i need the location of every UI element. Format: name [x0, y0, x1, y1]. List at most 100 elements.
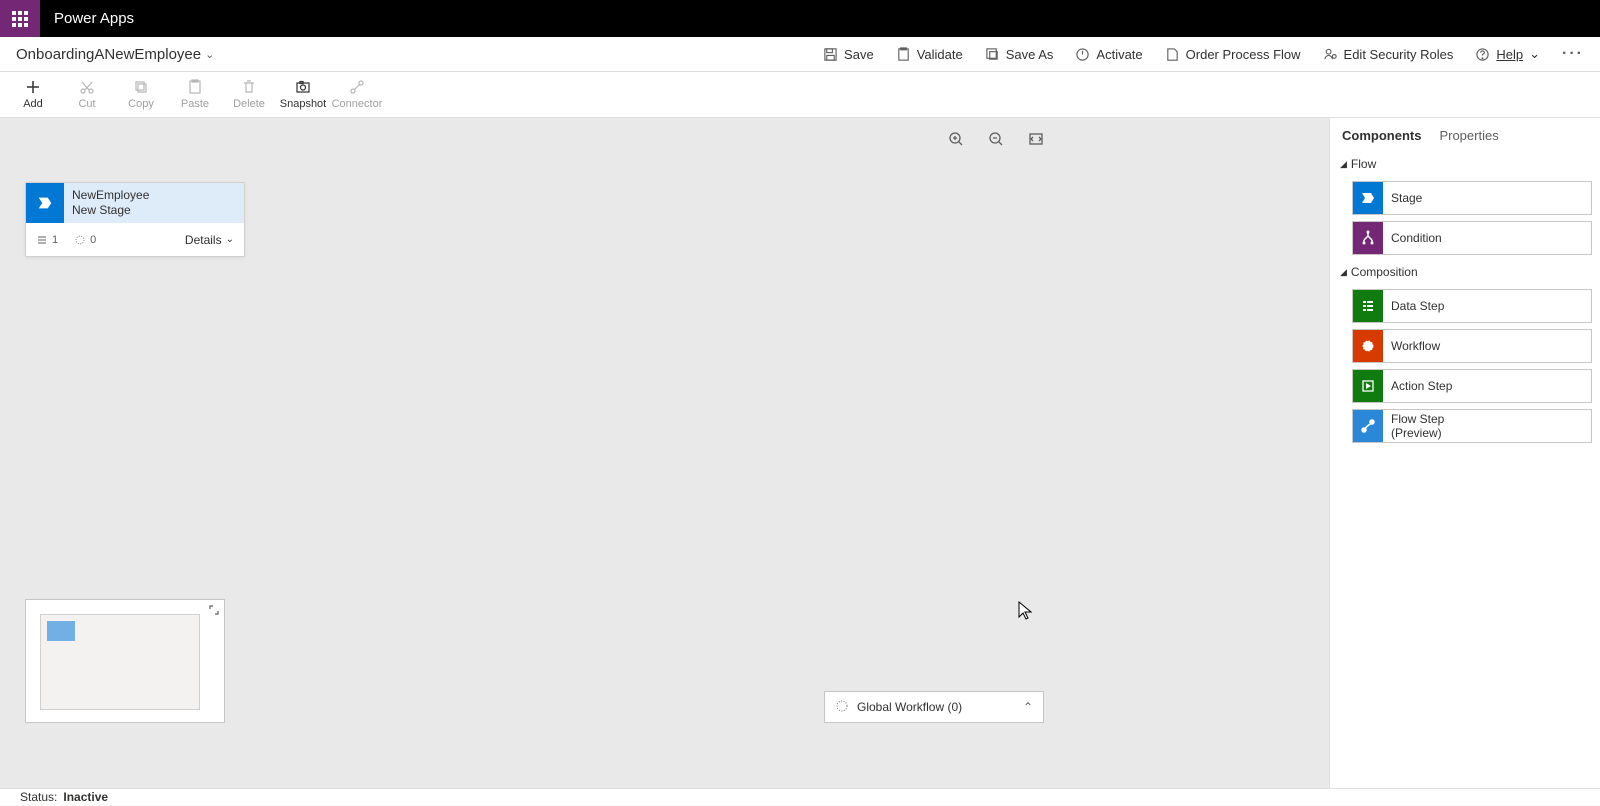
order-label: Order Process Flow	[1186, 47, 1301, 62]
save-label: Save	[844, 47, 874, 62]
saveas-label: Save As	[1006, 47, 1054, 62]
condition-icon	[1353, 222, 1383, 254]
product-name: Power Apps	[40, 10, 134, 27]
command-bar: Save Validate Save As Activate Order Pro…	[823, 45, 1584, 63]
component-flow-step[interactable]: Flow Step (Preview)	[1352, 409, 1592, 443]
add-tool[interactable]: Add	[6, 79, 60, 110]
group-flow-toggle[interactable]: ◢ Flow	[1338, 153, 1592, 175]
help-icon	[1475, 47, 1490, 62]
triangle-down-icon: ◢	[1340, 267, 1347, 278]
component-data-step[interactable]: Data Step	[1352, 289, 1592, 323]
workflow-dot-icon	[74, 234, 86, 246]
app-launcher-button[interactable]	[0, 0, 40, 37]
copy-label: Copy	[128, 98, 154, 110]
chevron-up-icon[interactable]: ⌃	[1023, 700, 1033, 714]
component-flow-step-label: Flow Step (Preview)	[1383, 412, 1444, 441]
right-panel: Components Properties ◢ Flow Stage Condi…	[1329, 118, 1600, 788]
snapshot-label: Snapshot	[280, 98, 326, 110]
component-stage[interactable]: Stage	[1352, 181, 1592, 215]
security-label: Edit Security Roles	[1344, 47, 1454, 62]
workflow-comp-icon	[1353, 330, 1383, 362]
activate-icon	[1075, 47, 1090, 62]
title-row: OnboardingANewEmployee ⌄ Save Validate S…	[0, 37, 1600, 72]
copy-icon	[133, 79, 149, 95]
connector-tool[interactable]: Connector	[330, 79, 384, 110]
plus-icon	[25, 79, 41, 95]
chevron-down-icon: ⌄	[226, 234, 234, 245]
list-icon	[36, 234, 48, 246]
component-condition-label: Condition	[1383, 231, 1442, 245]
cut-label: Cut	[78, 98, 95, 110]
expand-icon	[208, 604, 220, 616]
help-label: Help	[1496, 47, 1523, 62]
stage-steps-count: 1	[36, 234, 58, 246]
cut-tool[interactable]: Cut	[60, 79, 114, 110]
group-flow: ◢ Flow Stage Condition	[1338, 153, 1592, 255]
group-composition-toggle[interactable]: ◢ Composition	[1338, 261, 1592, 283]
cursor-icon	[1018, 601, 1032, 621]
delete-label: Delete	[233, 98, 265, 110]
minimap[interactable]	[25, 599, 225, 723]
component-condition[interactable]: Condition	[1352, 221, 1592, 255]
activate-label: Activate	[1096, 47, 1142, 62]
waffle-icon	[12, 11, 28, 27]
fit-to-screen-button[interactable]	[1025, 128, 1047, 150]
copy-tool[interactable]: Copy	[114, 79, 168, 110]
activate-button[interactable]: Activate	[1075, 47, 1142, 62]
edit-security-button[interactable]: Edit Security Roles	[1323, 47, 1454, 62]
minimap-stage-icon	[47, 621, 75, 641]
component-action-step[interactable]: Action Step	[1352, 369, 1592, 403]
tab-components[interactable]: Components	[1342, 128, 1421, 143]
zoom-in-button[interactable]	[945, 128, 967, 150]
stage-chevron-icon	[26, 183, 64, 223]
stage-workflows-count: 0	[74, 234, 96, 246]
zoom-out-button[interactable]	[985, 128, 1007, 150]
action-step-icon	[1353, 370, 1383, 402]
component-workflow-label: Workflow	[1383, 339, 1440, 353]
panel-tabs: Components Properties	[1338, 128, 1592, 143]
help-button[interactable]: Help ⌄	[1475, 46, 1540, 62]
stage-icon	[1353, 182, 1383, 214]
snapshot-tool[interactable]: Snapshot	[276, 79, 330, 110]
workflow-icon	[835, 699, 849, 716]
stage-titles: NewEmployee New Stage	[64, 188, 149, 218]
clipboard-icon	[896, 47, 911, 62]
delete-tool[interactable]: Delete	[222, 79, 276, 110]
component-data-step-label: Data Step	[1383, 299, 1444, 313]
validate-button[interactable]: Validate	[896, 47, 963, 62]
stage-name-label: New Stage	[72, 203, 149, 218]
paste-tool[interactable]: Paste	[168, 79, 222, 110]
saveas-button[interactable]: Save As	[985, 47, 1054, 62]
global-workflow-bar[interactable]: Global Workflow (0) ⌃	[824, 691, 1044, 723]
document-icon	[1165, 47, 1180, 62]
camera-icon	[295, 79, 311, 95]
flow-name-dropdown[interactable]: OnboardingANewEmployee ⌄	[16, 46, 214, 63]
chevron-down-icon: ⌄	[1529, 46, 1540, 62]
save-button[interactable]: Save	[823, 47, 874, 62]
add-label: Add	[23, 98, 43, 110]
group-composition-label: Composition	[1351, 265, 1418, 279]
minimap-expand-button[interactable]	[208, 604, 220, 619]
zoom-in-icon	[948, 131, 964, 147]
zoom-controls	[945, 128, 1047, 150]
component-workflow[interactable]: Workflow	[1352, 329, 1592, 363]
fit-icon	[1028, 131, 1044, 147]
more-commands-button[interactable]: ···	[1562, 45, 1584, 63]
component-stage-label: Stage	[1383, 191, 1422, 205]
group-composition: ◢ Composition Data Step Workflow Action …	[1338, 261, 1592, 443]
connector-label: Connector	[332, 98, 383, 110]
connector-icon	[349, 79, 365, 95]
data-step-icon	[1353, 290, 1383, 322]
top-bar: Power Apps	[0, 0, 1600, 37]
stage-entity-label: NewEmployee	[72, 188, 149, 203]
tab-properties[interactable]: Properties	[1439, 128, 1498, 143]
design-canvas[interactable]: NewEmployee New Stage 1 0 Details ⌄	[0, 118, 1329, 788]
triangle-down-icon: ◢	[1340, 159, 1347, 170]
status-value: Inactive	[63, 790, 108, 804]
stage-details-toggle[interactable]: Details ⌄	[185, 233, 234, 247]
chevron-down-icon: ⌄	[205, 48, 214, 61]
status-bar: Status: Inactive	[0, 788, 1600, 805]
global-workflow-label: Global Workflow (0)	[857, 700, 962, 714]
order-process-button[interactable]: Order Process Flow	[1165, 47, 1301, 62]
stage-card[interactable]: NewEmployee New Stage 1 0 Details ⌄	[25, 182, 245, 257]
